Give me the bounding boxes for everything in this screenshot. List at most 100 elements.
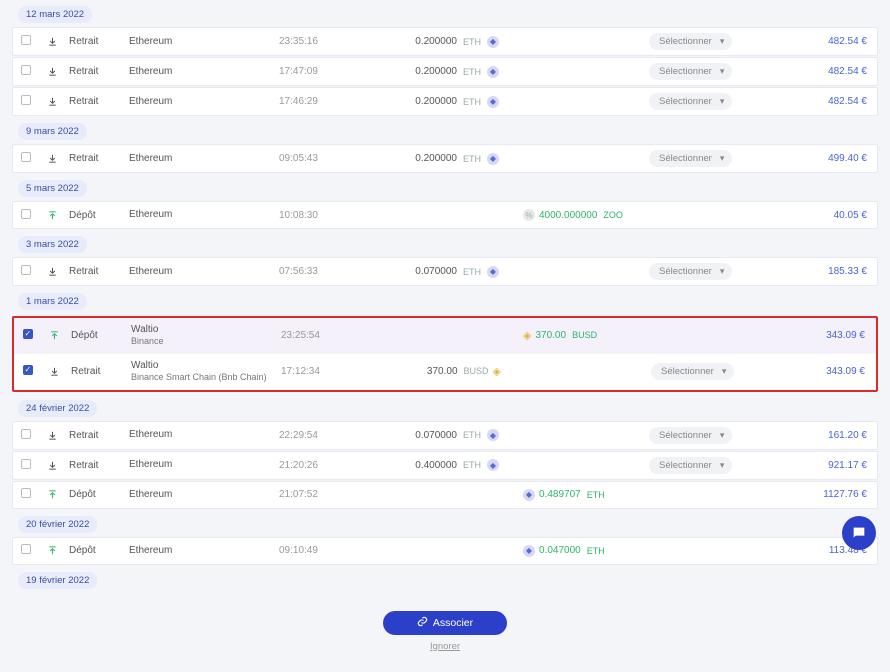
row-checkbox[interactable] [21, 209, 31, 219]
tx-type: Retrait [69, 460, 129, 471]
select-label: Sélectionner [659, 36, 712, 47]
ticker-out: ETH [463, 430, 481, 440]
ignore-link[interactable]: Ignorer [12, 641, 878, 652]
amount-out: 0.200000 [415, 36, 457, 47]
tx-source: Ethereum [129, 266, 279, 278]
chevron-down-icon: ▾ [722, 366, 727, 377]
eur-amount[interactable]: 1127.76 € [823, 489, 867, 500]
row-checkbox[interactable] [21, 35, 31, 45]
amount-out: 0.070000 [415, 266, 457, 277]
eur-amount[interactable]: 343.09 € [826, 366, 865, 377]
transaction-row: Retrait Ethereum 07:56:33 0.070000 ETH ◆… [12, 257, 878, 286]
row-checkbox[interactable] [21, 429, 31, 439]
tx-type: Dépôt [69, 545, 129, 556]
tx-source: Ethereum [129, 66, 279, 78]
eth-icon: ◆ [487, 429, 499, 441]
amount-out: 0.200000 [415, 96, 457, 107]
chevron-down-icon: ▾ [720, 153, 725, 164]
source-secondary: Binance Smart Chain (Bnb Chain) [131, 372, 281, 383]
source-primary: Ethereum [129, 459, 172, 470]
select-dropdown[interactable]: Sélectionner ▾ [649, 427, 732, 444]
source-primary: Ethereum [129, 545, 172, 556]
select-dropdown[interactable]: Sélectionner ▾ [649, 93, 732, 110]
select-label: Sélectionner [659, 153, 712, 164]
eur-amount[interactable]: 40.05 € [834, 210, 867, 221]
source-secondary: Binance [131, 336, 281, 347]
transaction-row: Retrait Ethereum 22:29:54 0.070000 ETH ◆… [12, 421, 878, 450]
tx-source: Ethereum [129, 153, 279, 165]
deposit-icon [47, 210, 58, 221]
tx-time: 09:05:43 [279, 153, 389, 164]
link-icon [417, 616, 428, 630]
eur-amount[interactable]: 343.09 € [826, 330, 865, 341]
eur-amount[interactable]: 499.40 € [828, 153, 867, 164]
eur-amount[interactable]: 921.17 € [828, 460, 867, 471]
date-badge: 12 mars 2022 [18, 6, 92, 23]
tx-time: 10:08:30 [279, 210, 389, 221]
ticker-out: BUSD [464, 366, 489, 376]
eur-amount[interactable]: 482.54 € [828, 66, 867, 77]
select-label: Sélectionner [659, 96, 712, 107]
row-checkbox[interactable] [21, 265, 31, 275]
source-primary: Ethereum [129, 429, 172, 440]
tx-source: Ethereum [129, 545, 279, 557]
row-checkbox[interactable] [21, 65, 31, 75]
select-dropdown[interactable]: Sélectionner ▾ [649, 263, 732, 280]
tx-time: 17:47:09 [279, 66, 389, 77]
amount-out: 0.200000 [415, 66, 457, 77]
zoo-icon: % [523, 209, 535, 221]
associate-button[interactable]: Associer [383, 611, 507, 635]
tx-type: Retrait [69, 430, 129, 441]
select-dropdown[interactable]: Sélectionner ▾ [649, 63, 732, 80]
withdraw-icon [47, 460, 58, 471]
deposit-icon [47, 489, 58, 500]
row-checkbox[interactable] [21, 152, 31, 162]
eur-amount[interactable]: 482.54 € [828, 96, 867, 107]
withdraw-icon [47, 430, 58, 441]
row-checkbox[interactable] [23, 365, 33, 375]
row-checkbox[interactable] [23, 329, 33, 339]
select-dropdown[interactable]: Sélectionner ▾ [649, 457, 732, 474]
row-checkbox[interactable] [21, 459, 31, 469]
source-primary: Ethereum [129, 489, 172, 500]
select-dropdown[interactable]: Sélectionner ▾ [651, 363, 734, 380]
select-label: Sélectionner [659, 266, 712, 277]
row-checkbox[interactable] [21, 488, 31, 498]
select-dropdown[interactable]: Sélectionner ▾ [649, 150, 732, 167]
date-badge: 1 mars 2022 [18, 293, 87, 310]
select-label: Sélectionner [659, 66, 712, 77]
eur-amount[interactable]: 482.54 € [828, 36, 867, 47]
tx-source: Ethereum [129, 489, 279, 501]
transaction-row: Dépôt Ethereum 09:10:49 ◆ 0.047000 ETH 1… [12, 537, 878, 565]
chat-button[interactable] [842, 516, 876, 550]
ticker-in: BUSD [572, 330, 597, 340]
chevron-down-icon: ▾ [720, 266, 725, 277]
amount-in: 4000.000000 [539, 210, 597, 221]
eth-icon: ◆ [487, 153, 499, 165]
highlighted-group: Dépôt WaltioBinance 23:25:54 ◈ 370.00 BU… [12, 316, 878, 392]
amount-out: 0.400000 [415, 460, 457, 471]
eur-amount[interactable]: 161.20 € [828, 430, 867, 441]
date-badge: 20 février 2022 [18, 516, 97, 533]
tx-time: 22:29:54 [279, 430, 389, 441]
select-dropdown[interactable]: Sélectionner ▾ [649, 33, 732, 50]
tx-time: 09:10:49 [279, 545, 389, 556]
ticker-out: ETH [463, 267, 481, 277]
source-primary: Ethereum [129, 66, 172, 77]
tx-type: Retrait [69, 153, 129, 164]
row-checkbox[interactable] [21, 95, 31, 105]
eth-icon: ◆ [487, 66, 499, 78]
tx-source: WaltioBinance Smart Chain (Bnb Chain) [131, 360, 281, 383]
transaction-row: Retrait Ethereum 09:05:43 0.200000 ETH ◆… [12, 144, 878, 173]
eth-icon: ◆ [487, 96, 499, 108]
tx-type: Retrait [69, 266, 129, 277]
row-checkbox[interactable] [21, 544, 31, 554]
busd-icon: ◈ [523, 329, 531, 342]
ticker-out: ETH [463, 97, 481, 107]
source-primary: Ethereum [129, 209, 172, 220]
eur-amount[interactable]: 185.33 € [828, 266, 867, 277]
tx-type: Retrait [69, 36, 129, 47]
eth-icon: ◆ [523, 545, 535, 557]
date-badge: 9 mars 2022 [18, 123, 87, 140]
source-primary: Ethereum [129, 266, 172, 277]
